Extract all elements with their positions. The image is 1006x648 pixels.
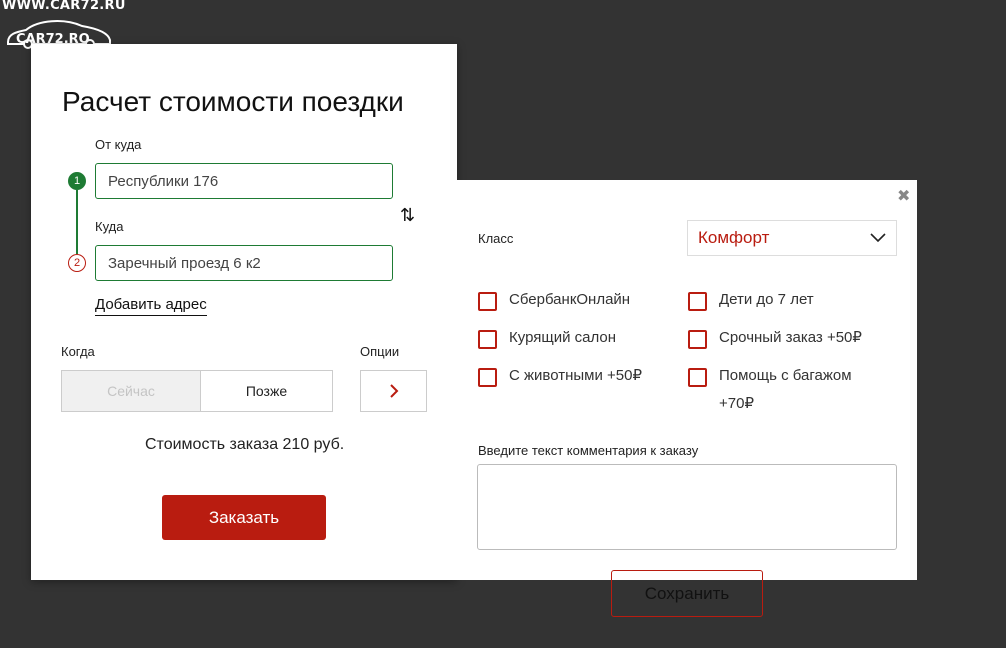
close-icon[interactable]: ✖: [897, 186, 910, 206]
checkbox-luggage-help[interactable]: Помощь с багажом +70₽: [688, 367, 879, 418]
swap-addresses-icon[interactable]: ⇅: [400, 205, 415, 226]
now-button[interactable]: Сейчас: [62, 371, 201, 411]
checkbox-animals[interactable]: С животными +50₽: [478, 367, 642, 390]
route-line: [76, 190, 78, 254]
checkbox-urgent[interactable]: Срочный заказ +50₽: [688, 329, 862, 352]
order-button[interactable]: Заказать: [162, 495, 326, 540]
add-address-link[interactable]: Добавить адрес: [95, 296, 207, 316]
checkbox-label: Срочный заказ +50₽: [719, 329, 862, 346]
checkbox-box[interactable]: [688, 368, 707, 387]
trip-calculator-panel: Расчет стоимости поездки От куда 1 2 ⇅ К…: [31, 44, 457, 580]
from-label: От куда: [95, 137, 142, 152]
to-label: Куда: [95, 219, 124, 234]
chevron-down-icon: [870, 233, 886, 243]
comment-label: Введите текст комментария к заказу: [478, 443, 699, 458]
class-select-value: Комфорт: [698, 228, 770, 247]
options-label: Опции: [360, 344, 400, 359]
checkbox-label: Дети до 7 лет: [719, 291, 814, 308]
time-selector: Сейчас Позже: [61, 370, 333, 412]
when-label: Когда: [61, 344, 95, 359]
checkbox-box[interactable]: [478, 368, 497, 387]
step-1-marker: 1: [68, 172, 86, 190]
checkbox-box[interactable]: [478, 330, 497, 349]
checkbox-label: С животными +50₽: [509, 367, 643, 384]
later-button[interactable]: Позже: [201, 371, 332, 411]
watermark-url: WWW.CAR72.RU: [2, 0, 126, 13]
page-title: Расчет стоимости поездки: [62, 86, 404, 117]
checkbox-box[interactable]: [688, 330, 707, 349]
chevron-right-icon: [389, 384, 398, 398]
checkbox-label: Курящий салон: [509, 329, 617, 346]
comment-textarea[interactable]: [477, 464, 897, 550]
options-panel: ✖ Класс Комфорт СбербанкОнлайн Дети до 7…: [457, 180, 917, 580]
checkbox-sberbank-online[interactable]: СбербанкОнлайн: [478, 291, 630, 314]
options-button[interactable]: [360, 370, 427, 412]
checkbox-box[interactable]: [688, 292, 707, 311]
save-button[interactable]: Сохранить: [611, 570, 763, 617]
checkbox-label: СбербанкОнлайн: [509, 291, 631, 308]
checkbox-box[interactable]: [478, 292, 497, 311]
to-address-input[interactable]: [95, 245, 393, 281]
step-2-marker: 2: [68, 254, 86, 272]
class-label: Класс: [478, 231, 514, 246]
class-select[interactable]: Комфорт: [687, 220, 897, 256]
checkbox-smoking[interactable]: Курящий салон: [478, 329, 616, 352]
order-cost: Стоимость заказа 210 руб.: [145, 436, 345, 453]
from-address-input[interactable]: [95, 163, 393, 199]
checkbox-label: Помощь с багажом +70₽: [719, 367, 852, 412]
checkbox-children[interactable]: Дети до 7 лет: [688, 291, 814, 314]
